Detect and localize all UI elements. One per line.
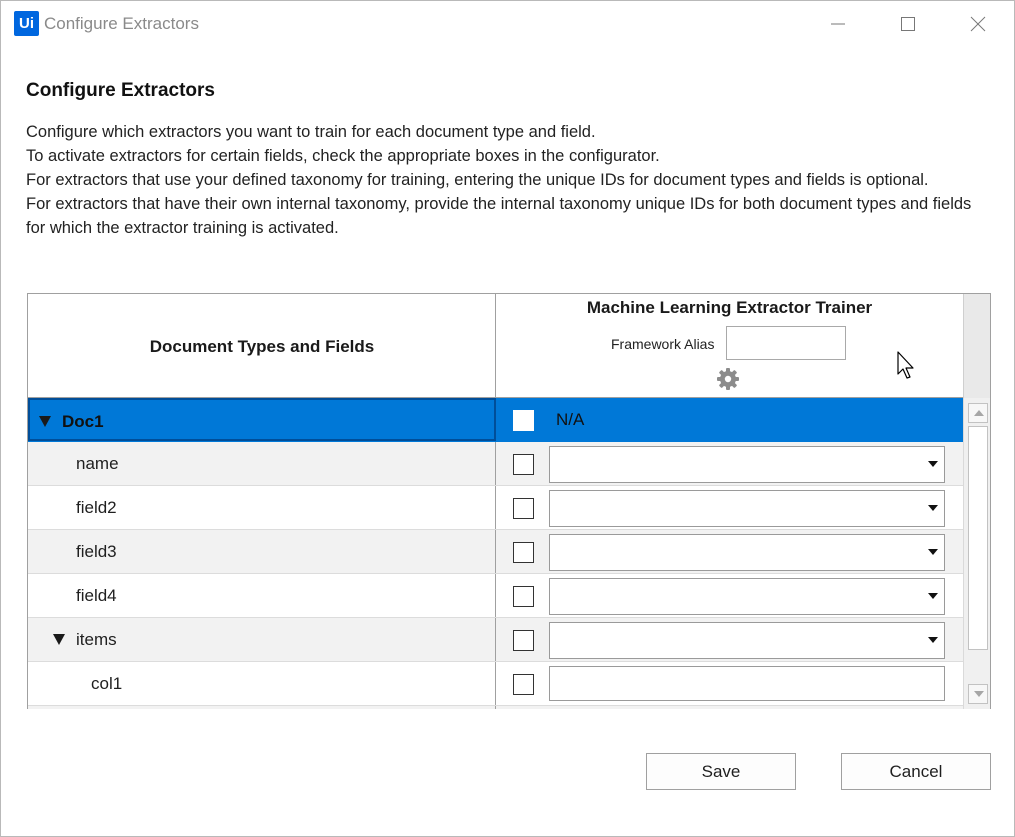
field-id-combobox[interactable] — [549, 622, 945, 659]
cancel-button[interactable]: Cancel — [841, 753, 991, 790]
table-row-items[interactable]: items — [28, 618, 963, 662]
row-label-cell — [28, 706, 496, 709]
scroll-up-button[interactable] — [968, 403, 988, 423]
row-label-cell: items — [28, 618, 496, 661]
expand-arrow-icon[interactable] — [53, 634, 65, 645]
description-line: To activate extractors for certain field… — [26, 147, 660, 165]
minimize-icon — [831, 23, 845, 25]
close-button[interactable] — [955, 1, 1001, 47]
description-line: For extractors that have their own inter… — [26, 195, 972, 237]
window-title: Configure Extractors — [44, 14, 199, 33]
table-row-name[interactable]: name — [28, 442, 963, 486]
field-id-combobox[interactable] — [549, 446, 945, 483]
save-button[interactable]: Save — [646, 753, 796, 790]
page-heading: Configure Extractors — [26, 80, 215, 101]
title-bar[interactable]: Ui Configure Extractors — [1, 1, 1014, 47]
row-label: field3 — [76, 542, 117, 561]
row-checkbox[interactable] — [513, 586, 534, 607]
description-line: Configure which extractors you want to t… — [26, 123, 596, 141]
uipath-logo: Ui — [14, 11, 39, 36]
scrollbar-thumb[interactable] — [968, 426, 988, 650]
row-label-cell: name — [28, 442, 496, 485]
row-label: col1 — [91, 674, 123, 693]
column-header-label: Document Types and Fields — [149, 337, 375, 356]
dropdown-arrow-icon — [928, 593, 938, 599]
field-id-combobox[interactable] — [549, 534, 945, 571]
dropdown-arrow-icon — [928, 505, 938, 511]
extractor-config-grid: Document Types and Fields Machine Learni… — [27, 293, 991, 709]
table-row-field3[interactable]: field3 — [28, 530, 963, 574]
extractor-title: Machine Learning Extractor Trainer — [586, 298, 873, 317]
row-label: Doc1 — [62, 412, 104, 431]
row-label-cell: field3 — [28, 530, 496, 573]
framework-alias-label: Framework Alias — [611, 336, 715, 352]
row-checkbox[interactable] — [513, 542, 534, 563]
row-checkbox[interactable] — [513, 630, 534, 651]
row-checkbox[interactable] — [513, 454, 534, 475]
table-row-doc1[interactable]: Doc1 N/A — [28, 398, 963, 442]
row-label-cell: field4 — [28, 574, 496, 617]
row-label: name — [76, 454, 119, 473]
column-header-document-types: Document Types and Fields — [28, 294, 496, 398]
row-label-cell: field2 — [28, 486, 496, 529]
maximize-icon — [901, 17, 915, 31]
mouse-cursor-icon — [897, 351, 914, 379]
description-line: For extractors that use your defined tax… — [26, 171, 929, 189]
row-value: N/A — [556, 410, 585, 429]
gear-icon[interactable] — [716, 367, 740, 391]
field-id-combobox[interactable] — [549, 578, 945, 615]
minimize-button[interactable] — [815, 1, 861, 47]
scroll-down-button[interactable] — [968, 684, 988, 704]
dropdown-arrow-icon — [928, 549, 938, 555]
maximize-button[interactable] — [885, 1, 931, 47]
vertical-scrollbar[interactable] — [963, 398, 990, 709]
row-checkbox[interactable] — [513, 498, 534, 519]
field-id-combobox[interactable] — [549, 490, 945, 527]
description: Configure which extractors you want to t… — [26, 120, 991, 240]
row-label-cell: col1 — [28, 662, 496, 705]
column-header-extractor: Machine Learning Extractor Trainer Frame… — [496, 294, 963, 398]
close-icon — [970, 16, 986, 32]
row-label: items — [76, 630, 117, 649]
row-label-cell: Doc1 — [28, 398, 496, 441]
row-label: field2 — [76, 498, 117, 517]
table-row-partial — [28, 706, 963, 709]
header-scroll-spacer — [963, 294, 990, 398]
arrow-down-icon — [974, 691, 984, 697]
dropdown-arrow-icon — [928, 461, 938, 467]
row-label: field4 — [76, 586, 117, 605]
row-checkbox[interactable] — [513, 410, 534, 431]
field-id-textbox[interactable] — [549, 666, 945, 701]
table-row-col1[interactable]: col1 — [28, 662, 963, 706]
row-checkbox[interactable] — [513, 674, 534, 695]
table-row-field4[interactable]: field4 — [28, 574, 963, 618]
expand-arrow-icon[interactable] — [39, 416, 51, 427]
framework-alias-input[interactable] — [726, 326, 846, 360]
arrow-up-icon — [974, 410, 984, 416]
table-row-field2[interactable]: field2 — [28, 486, 963, 530]
configure-extractors-window: Ui Configure Extractors Configure Extrac… — [0, 0, 1015, 837]
dropdown-arrow-icon — [928, 637, 938, 643]
